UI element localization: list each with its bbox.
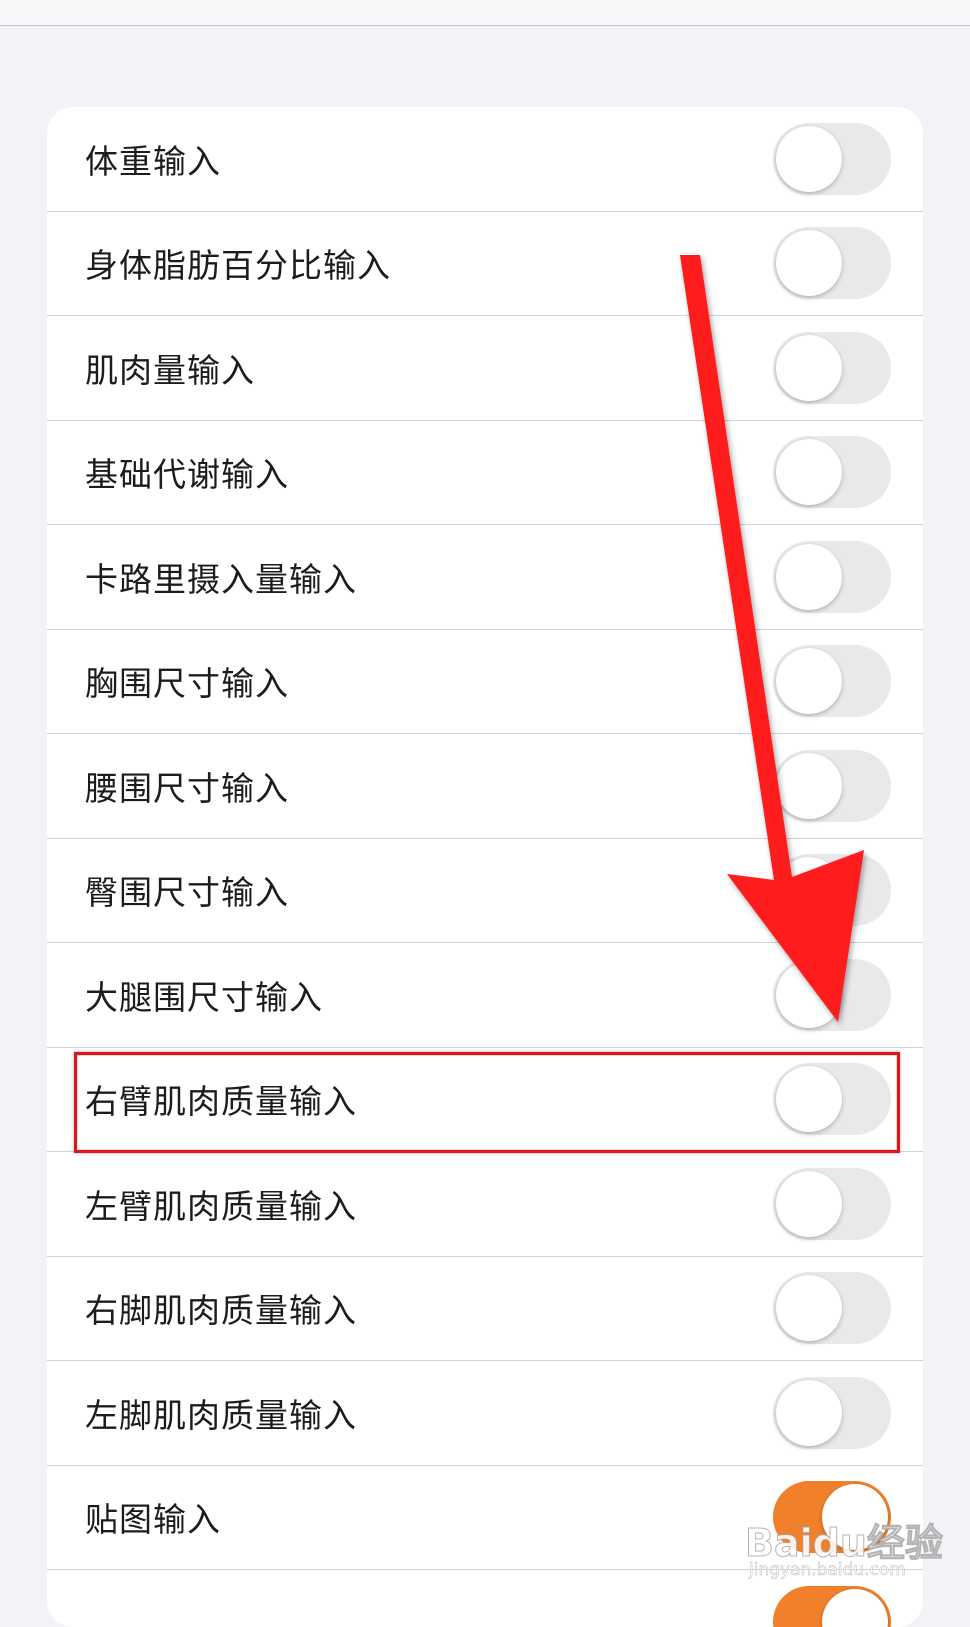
waist-toggle[interactable] [773,749,891,822]
setting-row-sticker: 贴图输入 [47,1466,923,1570]
setting-label: 左脚肌肉质量输入 [85,1395,357,1435]
toggle-knob [822,1484,888,1551]
toggle-knob [776,125,842,192]
toggle-knob [776,1170,842,1237]
toggle-knob [776,961,842,1028]
setting-row-basal-metabolism: 基础代谢输入 [47,421,923,525]
toggle-knob [776,648,842,715]
setting-label: 右脚肌肉质量输入 [85,1291,357,1331]
right-leg-muscle-toggle[interactable] [773,1272,891,1345]
setting-label: 肌肉量输入 [85,350,255,390]
setting-label: 胸围尺寸输入 [85,664,289,704]
setting-row-calorie-intake: 卡路里摄入量输入 [47,525,923,630]
thigh-toggle[interactable] [773,958,891,1031]
toggle-knob [776,543,842,610]
body-fat-toggle[interactable] [773,227,891,300]
calorie-intake-toggle[interactable] [773,540,891,613]
setting-label: 卡路里摄入量输入 [85,559,357,599]
toggle-knob [776,1066,842,1133]
setting-row-partial [47,1570,923,1627]
settings-list: 体重输入 身体脂肪百分比输入 肌肉量输入 基础代谢输入 卡路里摄入量输入 胸围尺… [47,107,923,1627]
left-arm-muscle-toggle[interactable] [773,1167,891,1240]
hip-toggle[interactable] [773,854,891,927]
sticker-toggle[interactable] [773,1481,891,1554]
toggle-knob [776,1379,842,1446]
setting-label: 臀围尺寸输入 [85,873,289,913]
setting-label: 大腿围尺寸输入 [85,977,323,1017]
toggle-knob [776,857,842,924]
toggle-knob [776,334,842,401]
toggle-knob [776,1275,842,1342]
setting-label: 贴图输入 [85,1500,221,1540]
setting-row-body-fat: 身体脂肪百分比输入 [47,212,923,316]
toggle-knob [776,230,842,297]
muscle-mass-toggle[interactable] [773,331,891,404]
basal-metabolism-toggle[interactable] [773,436,891,509]
setting-row-weight: 体重输入 [47,107,923,212]
setting-label: 体重输入 [85,141,221,181]
setting-label: 基础代谢输入 [85,455,289,495]
right-arm-muscle-toggle[interactable] [773,1063,891,1136]
top-navigation-bar [0,0,970,26]
chest-toggle[interactable] [773,645,891,718]
setting-label: 左臂肌肉质量输入 [85,1186,357,1226]
setting-row-left-leg-muscle: 左脚肌肉质量输入 [47,1361,923,1466]
toggle-knob [822,1588,888,1627]
setting-row-right-arm-muscle: 右臂肌肉质量输入 [47,1048,923,1152]
toggle-knob [776,439,842,506]
setting-label: 腰围尺寸输入 [85,768,289,808]
weight-toggle[interactable] [773,122,891,195]
partial-toggle[interactable] [773,1585,891,1627]
setting-label: 右臂肌肉质量输入 [85,1082,357,1122]
setting-row-left-arm-muscle: 左臂肌肉质量输入 [47,1152,923,1257]
setting-row-thigh: 大腿围尺寸输入 [47,943,923,1048]
toggle-knob [776,752,842,819]
setting-row-hip: 臀围尺寸输入 [47,839,923,943]
setting-row-chest: 胸围尺寸输入 [47,630,923,734]
left-leg-muscle-toggle[interactable] [773,1376,891,1449]
setting-row-right-leg-muscle: 右脚肌肉质量输入 [47,1257,923,1361]
setting-row-waist: 腰围尺寸输入 [47,734,923,839]
setting-row-muscle-mass: 肌肉量输入 [47,316,923,421]
setting-label: 身体脂肪百分比输入 [85,246,391,286]
